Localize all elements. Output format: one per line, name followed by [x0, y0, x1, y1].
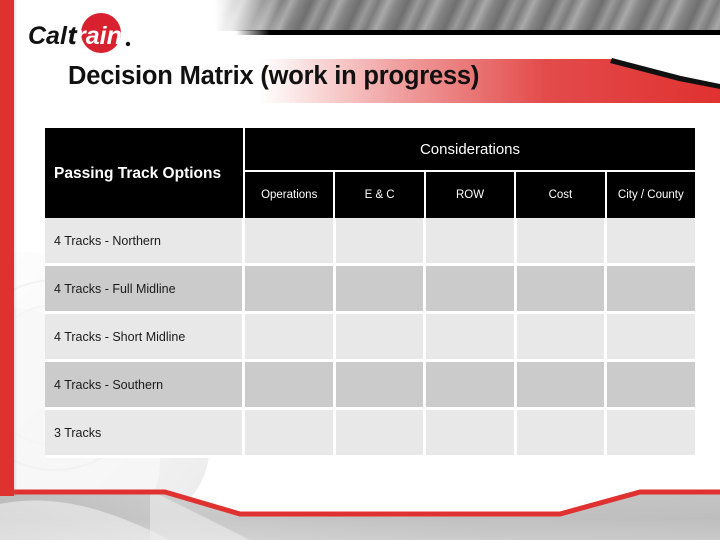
cell-city-county[interactable]	[607, 218, 695, 266]
cell-operations[interactable]	[245, 314, 336, 362]
top-black-rule	[236, 30, 720, 35]
caltrain-logo: Cal t rain	[28, 13, 148, 57]
column-header-e-and-c: E & C	[335, 172, 426, 218]
left-bar-shadow	[14, 0, 17, 496]
row-option-label: 4 Tracks - Full Midline	[45, 266, 245, 314]
cell-e-and-c[interactable]	[335, 218, 427, 266]
table-row[interactable]: 4 Tracks - Short Midline	[45, 314, 695, 362]
cell-row[interactable]	[426, 218, 517, 266]
left-red-accent-bar	[0, 0, 14, 496]
cell-row[interactable]	[426, 266, 517, 314]
cell-cost[interactable]	[516, 266, 608, 314]
group-header-label: Considerations	[245, 128, 695, 172]
decision-matrix-table: Passing Track Options Considerations Ope…	[45, 128, 696, 458]
cell-operations[interactable]	[245, 362, 336, 410]
table-header-row: Passing Track Options Considerations Ope…	[45, 128, 696, 218]
column-header-row: Operations E & C ROW Cost City / County	[245, 172, 696, 218]
column-header-row: ROW	[425, 172, 517, 218]
cell-city-county[interactable]	[607, 266, 695, 314]
cell-city-county[interactable]	[607, 410, 695, 458]
row-option-label: 4 Tracks - Southern	[45, 362, 245, 410]
bottom-red-zigzag-and-gray-band	[0, 470, 720, 540]
top-gray-stripe-band	[215, 0, 720, 31]
column-header-operations: Operations	[245, 172, 336, 218]
cell-city-county[interactable]	[607, 314, 695, 362]
cell-city-county[interactable]	[607, 362, 695, 410]
column-header-cost: Cost	[516, 172, 607, 218]
cell-cost[interactable]	[516, 410, 608, 458]
table-row[interactable]: 3 Tracks	[45, 410, 695, 458]
slide-canvas: Cal t rain Decision Matrix (work in prog…	[0, 0, 720, 540]
cell-cost[interactable]	[516, 362, 608, 410]
row-option-label: 4 Tracks - Short Midline	[45, 314, 245, 362]
row-header-title: Passing Track Options	[45, 128, 245, 218]
cell-cost[interactable]	[516, 314, 608, 362]
column-header-city-county: City / County	[606, 172, 696, 218]
cell-e-and-c[interactable]	[335, 266, 427, 314]
table-row[interactable]: 4 Tracks - Southern	[45, 362, 695, 410]
row-option-label: 3 Tracks	[45, 410, 245, 458]
table-row[interactable]: 4 Tracks - Full Midline	[45, 266, 695, 314]
cell-e-and-c[interactable]	[335, 410, 427, 458]
cell-operations[interactable]	[245, 410, 336, 458]
page-title: Decision Matrix (work in progress)	[68, 62, 480, 90]
cell-operations[interactable]	[245, 218, 336, 266]
cell-row[interactable]	[426, 362, 517, 410]
row-option-label: 4 Tracks - Northern	[45, 218, 245, 266]
cell-e-and-c[interactable]	[335, 362, 427, 410]
cell-cost[interactable]	[516, 218, 608, 266]
considerations-header-group: Considerations Operations E & C ROW Cost…	[245, 128, 696, 218]
table-row[interactable]: 4 Tracks - Northern	[45, 218, 695, 266]
cell-row[interactable]	[426, 314, 517, 362]
cell-row[interactable]	[426, 410, 517, 458]
svg-text:rain: rain	[76, 22, 122, 50]
svg-text:Cal: Cal	[28, 22, 68, 50]
cell-e-and-c[interactable]	[335, 314, 427, 362]
cell-operations[interactable]	[245, 266, 336, 314]
